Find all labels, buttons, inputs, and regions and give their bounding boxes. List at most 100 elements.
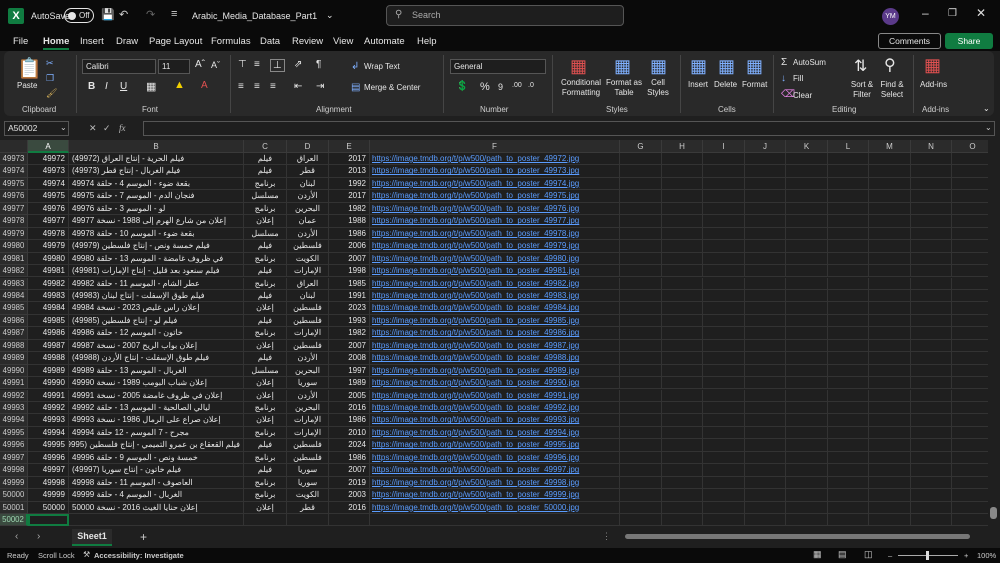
row-header[interactable]: 49992: [0, 389, 28, 402]
cell-d[interactable]: قطر: [287, 501, 329, 514]
row-header[interactable]: 50000: [0, 489, 28, 502]
poster-url-cell[interactable]: https://image.tmdb.org/t/p/w500/path_to_…: [370, 202, 620, 216]
align-top-icon[interactable]: ⊤: [238, 59, 247, 70]
accessibility-icon[interactable]: ⚒: [83, 550, 90, 559]
empty-cell[interactable]: [869, 240, 911, 253]
empty-cell[interactable]: [662, 402, 703, 415]
empty-cell[interactable]: [786, 451, 828, 465]
cell-d[interactable]: البحرين: [287, 364, 329, 378]
row-header[interactable]: 49981: [0, 252, 28, 265]
file-title[interactable]: Arabic_Media_Database_Part1: [192, 11, 317, 21]
empty-cell[interactable]: [745, 165, 786, 178]
next-sheet-icon[interactable]: ›: [37, 531, 40, 542]
cell-d[interactable]: سوريا: [287, 464, 329, 477]
column-header-e[interactable]: E: [329, 140, 370, 153]
font-family-select[interactable]: Calibri: [82, 59, 156, 74]
font-size-select[interactable]: 11: [158, 59, 190, 74]
empty-cell[interactable]: [745, 227, 786, 241]
comments-button[interactable]: Comments: [878, 33, 941, 49]
cell-c[interactable]: إعلان: [244, 501, 287, 514]
poster-url-cell[interactable]: https://image.tmdb.org/t/p/w500/path_to_…: [370, 451, 620, 465]
cell-e[interactable]: [329, 514, 370, 527]
cell-e[interactable]: 1985: [329, 277, 370, 290]
cell-a[interactable]: 49989: [28, 364, 69, 378]
empty-cell[interactable]: [620, 227, 662, 241]
column-header-j[interactable]: J: [745, 140, 786, 153]
cell-e[interactable]: 2007: [329, 252, 370, 265]
zoom-slider-thumb[interactable]: [926, 551, 929, 560]
empty-cell[interactable]: [911, 314, 952, 328]
empty-cell[interactable]: [662, 414, 703, 427]
empty-cell[interactable]: [703, 489, 745, 502]
empty-cell[interactable]: [911, 177, 952, 191]
empty-cell[interactable]: [620, 177, 662, 191]
copy-icon[interactable]: ❐: [46, 73, 54, 84]
empty-cell[interactable]: [828, 265, 869, 278]
cell-d[interactable]: البحرين: [287, 202, 329, 216]
empty-cell[interactable]: [786, 377, 828, 390]
empty-cell[interactable]: [786, 501, 828, 514]
empty-cell[interactable]: [703, 165, 745, 178]
empty-cell[interactable]: [911, 426, 952, 440]
poster-url-cell[interactable]: https://image.tmdb.org/t/p/w500/path_to_…: [370, 227, 620, 241]
merge-icon[interactable]: ▤: [351, 82, 360, 93]
empty-cell[interactable]: [662, 165, 703, 178]
cell-b[interactable]: إعلان في ظروف غامضة 2005 - نسخة 49991: [69, 389, 244, 402]
cell-b[interactable]: فيلم الغربال - إنتاج قطر (49973): [69, 165, 244, 178]
poster-url-cell[interactable]: https://image.tmdb.org/t/p/w500/path_to_…: [370, 476, 620, 490]
empty-cell[interactable]: [620, 514, 662, 527]
cell-c[interactable]: إعلان: [244, 339, 287, 353]
empty-cell[interactable]: [911, 414, 952, 427]
autosave-toggle[interactable]: Off: [64, 8, 94, 23]
empty-cell[interactable]: [869, 265, 911, 278]
empty-cell[interactable]: [786, 153, 828, 166]
cell-b[interactable]: إعلان شباب البومب 1989 - نسخة 49990: [69, 377, 244, 390]
cell-c[interactable]: مسلسل: [244, 227, 287, 241]
cell-b[interactable]: فيلم طوق الإسفلت - إنتاج لبنان (49983): [69, 289, 244, 303]
zoom-out-icon[interactable]: –: [888, 551, 892, 560]
empty-cell[interactable]: [745, 252, 786, 265]
empty-cell[interactable]: [703, 190, 745, 203]
empty-cell[interactable]: [620, 377, 662, 390]
empty-cell[interactable]: [952, 315, 988, 328]
cell-a[interactable]: 49987: [28, 339, 69, 353]
cell-c[interactable]: إعلان: [244, 414, 287, 427]
row-header[interactable]: 49973: [0, 153, 28, 166]
empty-cell[interactable]: [620, 289, 662, 303]
cell-c[interactable]: فيلم: [244, 352, 287, 365]
menu-automate[interactable]: Automate: [364, 36, 405, 47]
row-header[interactable]: 49996: [0, 439, 28, 452]
cell-c[interactable]: برنامج: [244, 402, 287, 415]
comma-style-icon[interactable]: 9: [498, 82, 503, 92]
menu-formulas[interactable]: Formulas: [211, 36, 251, 47]
cell-d[interactable]: الكويت: [287, 489, 329, 502]
empty-cell[interactable]: [911, 439, 952, 452]
poster-url-cell[interactable]: https://image.tmdb.org/t/p/w500/path_to_…: [370, 389, 620, 402]
row-header[interactable]: 49991: [0, 377, 28, 390]
cell-c[interactable]: فيلم: [244, 265, 287, 278]
empty-cell[interactable]: [662, 153, 703, 166]
cell-a[interactable]: 49976: [28, 202, 69, 216]
align-right-icon[interactable]: ≡: [270, 81, 276, 92]
poster-url-cell[interactable]: https://image.tmdb.org/t/p/w500/path_to_…: [370, 314, 620, 328]
empty-cell[interactable]: [952, 265, 988, 278]
row-header[interactable]: 49974: [0, 165, 28, 178]
cell-d[interactable]: [287, 514, 329, 527]
cell-a[interactable]: 49974: [28, 177, 69, 191]
empty-cell[interactable]: [869, 302, 911, 315]
empty-cell[interactable]: [828, 501, 869, 514]
empty-cell[interactable]: [662, 265, 703, 278]
vertical-scrollbar[interactable]: [988, 140, 1000, 528]
cell-d[interactable]: فلسطين: [287, 302, 329, 315]
cell-d[interactable]: سوريا: [287, 476, 329, 490]
cell-b[interactable]: خمسة ونص - الموسم 9 - حلقة 49996: [69, 451, 244, 465]
cell-c[interactable]: إعلان: [244, 302, 287, 315]
cell-styles-icon[interactable]: ▦: [650, 56, 667, 77]
empty-cell[interactable]: [786, 215, 828, 228]
column-header-g[interactable]: G: [620, 140, 662, 153]
poster-url-cell[interactable]: https://image.tmdb.org/t/p/w500/path_to_…: [370, 352, 620, 365]
conditional-formatting-button[interactable]: Conditional Formatting: [557, 78, 605, 98]
cell-e[interactable]: 1986: [329, 414, 370, 427]
cell-b[interactable]: مجرح - 7 الموسم - 12 حلقة 49994: [69, 426, 244, 440]
cell-d[interactable]: الأردن: [287, 389, 329, 402]
